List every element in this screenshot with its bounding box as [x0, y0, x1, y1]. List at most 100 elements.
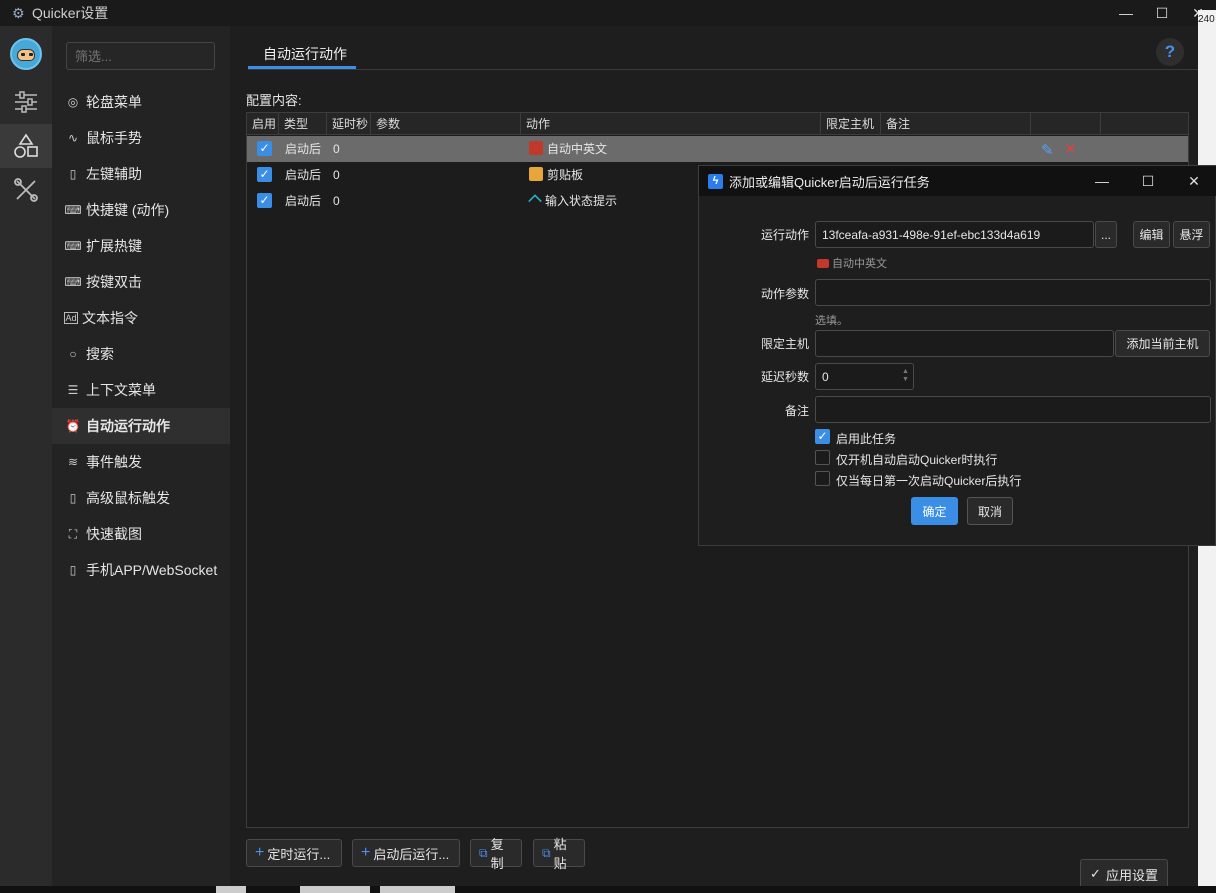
shapes-icon[interactable]: [0, 124, 52, 168]
note-label: 备注: [784, 404, 809, 418]
col-enabled[interactable]: 启用: [247, 113, 279, 135]
params-label: 动作参数: [760, 287, 809, 301]
float-button[interactable]: 悬浮: [1173, 221, 1210, 248]
row-type: 启动后: [285, 142, 322, 156]
check-icon: ✓: [1090, 866, 1101, 881]
tools-icon[interactable]: [0, 168, 52, 212]
col-action[interactable]: 动作: [521, 113, 821, 135]
row-delay: 0: [333, 194, 340, 208]
filter-input[interactable]: [66, 42, 215, 70]
nav-item-left-click[interactable]: ▯ 左键辅助: [52, 156, 230, 192]
nav-item-ext-hotkey[interactable]: ⌨ 扩展热键: [52, 228, 230, 264]
copy-icon: ⧉: [479, 845, 488, 860]
host-label: 限定主机: [760, 337, 809, 351]
row-type: 启动后: [285, 194, 322, 208]
paste-button[interactable]: ⧉ 粘贴: [533, 837, 585, 871]
dialog-close-button[interactable]: ✕: [1171, 166, 1216, 196]
nav-item-shortcut[interactable]: ⌨ 快捷键 (动作): [52, 192, 230, 228]
row-delay: 0: [333, 142, 340, 156]
mouse-icon: ▯: [69, 491, 77, 505]
row-delay: 0: [333, 168, 340, 182]
phone-icon: ▯: [69, 563, 77, 577]
menu-icon: ☰: [67, 383, 79, 397]
wave-icon: ∿: [67, 131, 79, 145]
clipboard-icon: [529, 167, 543, 181]
keyboard-icon: ⌨: [64, 239, 82, 253]
minimize-button[interactable]: —: [1108, 0, 1144, 26]
after-start-run-button[interactable]: + 启动后运行...: [352, 839, 460, 867]
action-name-hint: 自动中英文: [817, 255, 887, 271]
ok-button[interactable]: 确定: [911, 497, 958, 525]
daily-first-checkbox[interactable]: [815, 471, 830, 486]
caret-up-icon: [528, 194, 542, 208]
dialog-title: 添加或编辑Quicker启动后运行任务: [729, 174, 930, 190]
nav-item-text-command[interactable]: Ad 文本指令: [52, 300, 230, 336]
nav-item-wheel-menu[interactable]: ◎ 轮盘菜单: [52, 84, 230, 120]
delay-label: 延迟秒数: [760, 370, 809, 384]
nav-item-event-trigger[interactable]: ≋ 事件触发: [52, 444, 230, 480]
host-input[interactable]: [815, 330, 1114, 357]
table-header: 启用 类型 延时秒 参数 动作 限定主机 备注: [247, 113, 1188, 135]
params-input[interactable]: [815, 279, 1211, 306]
col-param[interactable]: 参数: [371, 113, 521, 135]
delay-stepper[interactable]: 0 ▲ ▼: [815, 363, 914, 390]
col-note[interactable]: 备注: [881, 113, 1031, 135]
enable-task-label: 启用此任务: [836, 432, 897, 446]
apply-settings-button[interactable]: ✓ 应用设置: [1080, 859, 1168, 889]
cancel-button[interactable]: 取消: [967, 497, 1013, 525]
mouse-icon: ▯: [69, 167, 77, 181]
sliders-icon[interactable]: [0, 80, 52, 124]
timed-run-button[interactable]: + 定时运行...: [246, 839, 342, 867]
nav-item-mouse-gesture[interactable]: ∿ 鼠标手势: [52, 120, 230, 156]
dialog-title-bar: ϟ 添加或编辑Quicker启动后运行任务 — ☐ ✕: [699, 166, 1216, 196]
nav-item-advanced-mouse[interactable]: ▯ 高级鼠标触发: [52, 480, 230, 516]
enabled-checkbox[interactable]: ✓: [257, 167, 272, 182]
boot-start-label: 仅开机自动启动Quicker时执行: [836, 453, 998, 467]
col-ops: [1031, 113, 1101, 135]
avatar[interactable]: [10, 38, 42, 70]
keyboard-icon: [817, 259, 829, 268]
nav-item-mobile-app[interactable]: ▯ 手机APP/WebSocket: [52, 552, 230, 588]
ad-icon: Ad: [64, 312, 78, 324]
nav-item-double-key[interactable]: ⌨ 按键双击: [52, 264, 230, 300]
edit-button[interactable]: 编辑: [1133, 221, 1170, 248]
maximize-button[interactable]: ☐: [1144, 0, 1180, 26]
enable-task-checkbox[interactable]: ✓: [815, 429, 830, 444]
alarm-icon: ⏰: [65, 419, 81, 433]
window-title: Quicker设置: [32, 5, 109, 21]
search-icon: ○: [69, 347, 77, 361]
config-label: 配置内容:: [246, 93, 302, 108]
nav-item-search[interactable]: ○ 搜索: [52, 336, 230, 372]
boot-start-checkbox[interactable]: [815, 450, 830, 465]
add-current-host-button[interactable]: 添加当前主机: [1115, 330, 1210, 357]
table-row[interactable]: ✓ 启动后 0 自动中英文 ✎ ✕: [247, 136, 1188, 162]
nav-panel: ◎轮盘菜单 ∿鼠标手势 ▯左键辅助 ⌨快捷键 (动作) ⌨扩展热键 ⌨按键双击 …: [52, 26, 230, 893]
col-host[interactable]: 限定主机: [821, 113, 881, 135]
dialog-maximize-button[interactable]: ☐: [1125, 166, 1171, 196]
keyboard-icon: [529, 141, 543, 155]
nav-item-screenshot[interactable]: ⛶ 快速截图: [52, 516, 230, 552]
nav-item-context-menu[interactable]: ☰ 上下文菜单: [52, 372, 230, 408]
enabled-checkbox[interactable]: ✓: [257, 141, 272, 156]
circle-dot-icon: ◎: [67, 95, 79, 109]
enabled-checkbox[interactable]: ✓: [257, 193, 272, 208]
browse-button[interactable]: ...: [1095, 221, 1117, 248]
col-type[interactable]: 类型: [279, 113, 327, 135]
nav-item-auto-run[interactable]: ⏰ 自动运行动作: [52, 408, 230, 444]
dialog-minimize-button[interactable]: —: [1079, 166, 1125, 196]
params-hint: 选填。: [815, 315, 848, 327]
icon-rail: [0, 26, 52, 893]
pencil-icon[interactable]: ✎: [1041, 141, 1054, 159]
note-input[interactable]: [815, 396, 1211, 423]
col-delay[interactable]: 延时秒: [327, 113, 371, 135]
wind-icon: ≋: [67, 455, 79, 469]
help-button[interactable]: ?: [1156, 38, 1184, 66]
action-id-field[interactable]: 13fceafa-a931-498e-91ef-ebc133d4a619: [815, 221, 1094, 248]
spin-arrows-icon[interactable]: ▲ ▼: [902, 368, 910, 385]
copy-button[interactable]: ⧉ 复制: [470, 837, 522, 871]
delete-icon[interactable]: ✕: [1064, 140, 1077, 158]
gear-icon: ⚙: [12, 5, 25, 21]
plus-icon: +: [361, 844, 371, 861]
title-bar: ⚙ Quicker设置 — ☐ ✕: [0, 0, 1216, 26]
plus-icon: +: [255, 844, 265, 861]
